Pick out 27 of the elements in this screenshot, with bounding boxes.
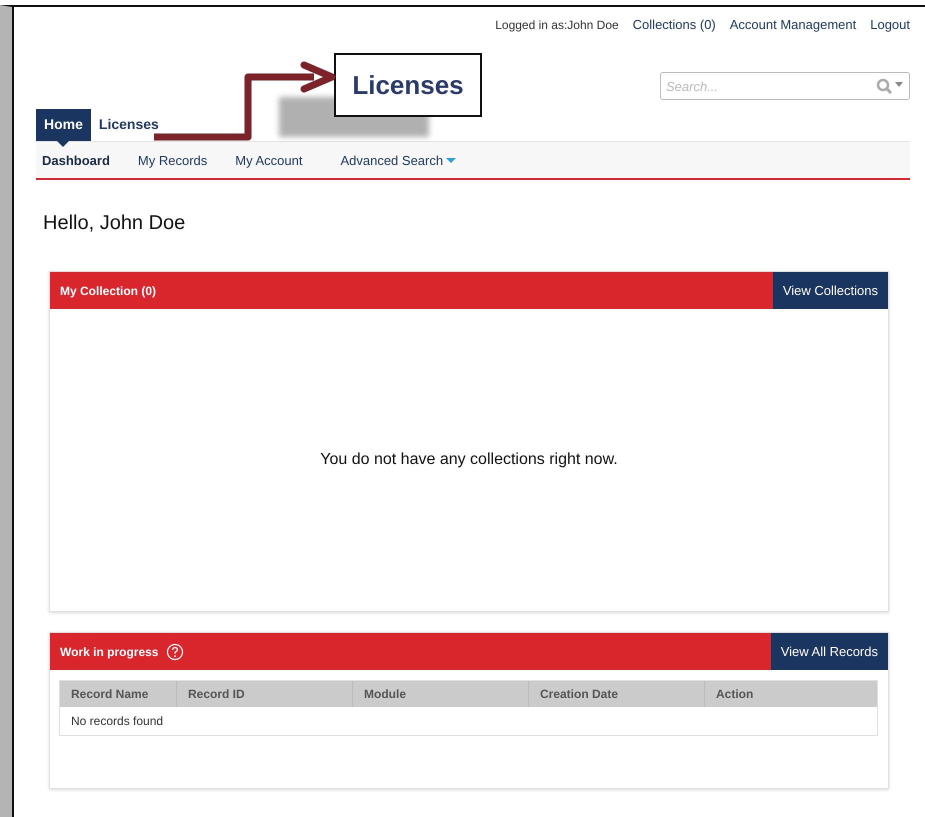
empty-message: You do not have any collections right now. <box>320 451 618 469</box>
nav-tab[interactable]: Licenses <box>90 109 167 147</box>
column-header: Module <box>353 681 529 707</box>
help-icon[interactable] <box>166 642 184 660</box>
panel-title: My Collection (0) <box>60 284 156 298</box>
login-status: Logged in as:John Doe <box>495 18 619 32</box>
caret-icon <box>446 158 456 162</box>
search-icon[interactable] <box>876 78 904 94</box>
view-button[interactable]: View Collections <box>772 272 888 309</box>
panel-title: Work in progress <box>60 644 158 658</box>
callout-label: Licenses <box>334 53 482 117</box>
header-link[interactable]: Collections (0) <box>632 17 716 32</box>
column-header: Record Name <box>60 681 177 707</box>
subnav-item[interactable]: My Account <box>221 152 316 168</box>
header-link[interactable]: Account Management <box>730 17 856 32</box>
search-field[interactable]: Search... <box>660 72 910 100</box>
table-cell-text: No records found <box>70 714 164 728</box>
nav-tab[interactable]: Home <box>36 109 91 147</box>
greeting: Hello, John Doe <box>43 212 186 235</box>
subnav-item[interactable]: Dashboard <box>38 152 124 168</box>
header-link[interactable]: Logout <box>870 17 910 32</box>
subnav-item[interactable]: My Records <box>124 152 222 168</box>
column-header: Action <box>715 686 754 703</box>
subnav-item[interactable]: Advanced Search <box>326 152 470 168</box>
column-header: Creation Date <box>529 681 705 707</box>
view-button[interactable]: View All Records <box>770 633 888 670</box>
column-header: Record ID <box>177 681 353 707</box>
